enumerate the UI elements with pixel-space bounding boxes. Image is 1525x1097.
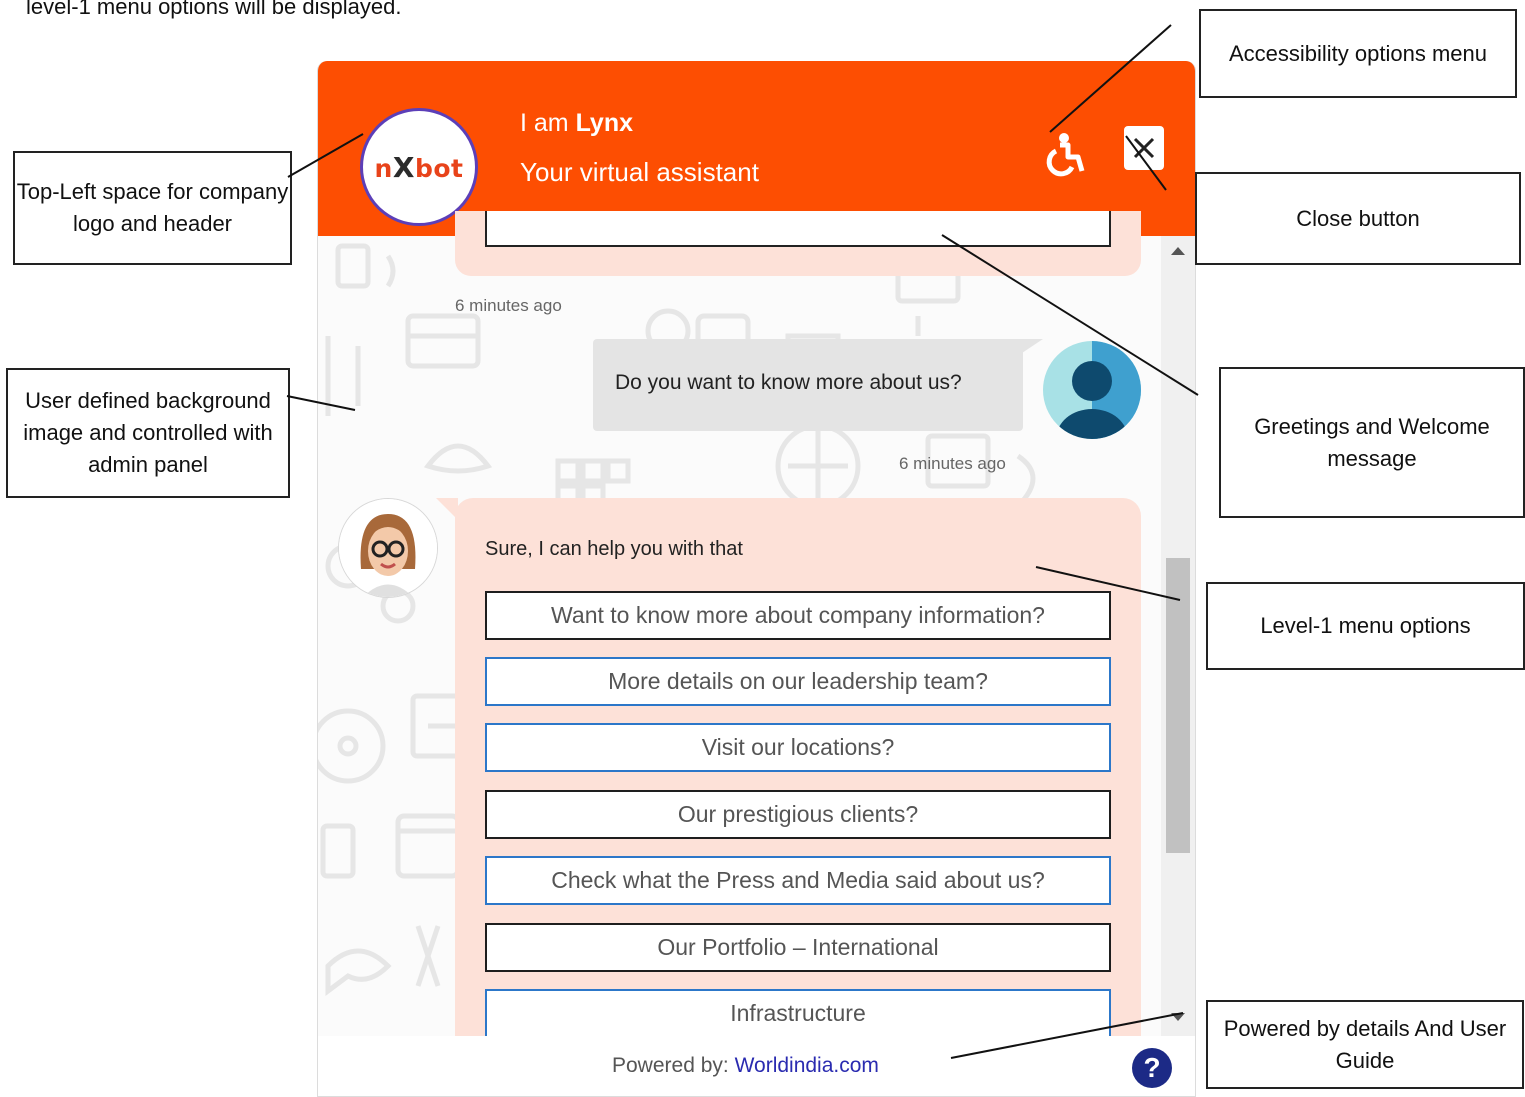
- user-message-bubble: Do you want to know more about us?: [593, 339, 1023, 431]
- user-timestamp: 6 minutes ago: [899, 454, 1006, 473]
- close-button[interactable]: [1124, 126, 1164, 170]
- annotation-background: User defined background image and contro…: [6, 368, 290, 498]
- user-avatar: [1043, 341, 1141, 439]
- annotation-powered-text: Powered by details And User Guide: [1223, 1015, 1507, 1073]
- annotation-logo-text: Top-Left space for company logo and head…: [16, 179, 289, 236]
- page-caption: level-1 menu options will be displayed.: [26, 0, 402, 19]
- wheelchair-icon: [1046, 133, 1085, 177]
- menu-option-company-info[interactable]: Want to know more about company informat…: [485, 591, 1111, 640]
- annotation-greetings: Greetings and Welcome message: [1219, 367, 1525, 518]
- bot-avatar: [338, 498, 438, 598]
- company-logo: nXbot: [360, 108, 478, 226]
- annotation-logo: Top-Left space for company logo and head…: [13, 151, 292, 265]
- menu-option-portfolio[interactable]: Our Portfolio – International: [485, 923, 1111, 972]
- bot-message-text: Sure, I can help you with that: [485, 538, 743, 560]
- previous-menu-option[interactable]: [485, 211, 1111, 247]
- menu-option-press-media[interactable]: Check what the Press and Media said abou…: [485, 856, 1111, 905]
- menu-option-clients[interactable]: Our prestigious clients?: [485, 790, 1111, 839]
- menu-option-leadership[interactable]: More details on our leadership team?: [485, 657, 1111, 706]
- scroll-thumb[interactable]: [1166, 558, 1190, 853]
- annotation-close: Close button: [1195, 172, 1521, 265]
- user-bubble-tail: [1013, 339, 1043, 359]
- bot-name: Lynx: [575, 109, 633, 137]
- powered-by-label: Powered by:: [612, 1054, 735, 1077]
- annotation-level1-text: Level-1 menu options: [1260, 613, 1471, 639]
- header-subtitle: Your virtual assistant: [520, 157, 759, 187]
- chat-header: nXbot I am Lynx Your virtual assistant: [318, 61, 1195, 236]
- menu-option-infrastructure[interactable]: Infrastructure: [485, 989, 1111, 1038]
- annotation-greetings-text: Greetings and Welcome message: [1254, 413, 1490, 471]
- chat-widget: nXbot I am Lynx Your virtual assistant 6…: [317, 61, 1196, 1097]
- user-guide-button[interactable]: ?: [1132, 1048, 1172, 1088]
- logo-text: nXbot: [374, 151, 464, 184]
- chat-footer: Powered by: Worldindia.com ?: [318, 1036, 1195, 1096]
- powered-by: Powered by: Worldindia.com: [612, 1054, 879, 1078]
- annotation-powered: Powered by details And User Guide: [1206, 1000, 1524, 1089]
- annotation-close-text: Close button: [1296, 205, 1420, 231]
- bot-message-bubble: Sure, I can help you with that Want to k…: [455, 498, 1141, 1058]
- header-title-prefix: I am: [520, 109, 576, 137]
- annotation-accessibility-text: Accessibility options menu: [1228, 40, 1487, 66]
- previous-timestamp: 6 minutes ago: [455, 296, 562, 315]
- annotation-accessibility: Accessibility options menu: [1199, 9, 1517, 98]
- user-message-text: Do you want to know more about us?: [615, 371, 962, 394]
- close-icon: [1133, 137, 1155, 159]
- annotation-level1: Level-1 menu options: [1206, 582, 1525, 670]
- menu-option-locations[interactable]: Visit our locations?: [485, 723, 1111, 772]
- previous-bot-bubble: [455, 211, 1141, 276]
- chat-scrollbar[interactable]: [1161, 236, 1195, 1036]
- scroll-up-arrow-icon[interactable]: [1171, 246, 1185, 256]
- scroll-down-arrow-icon[interactable]: [1171, 1012, 1185, 1022]
- accessibility-button[interactable]: [1038, 131, 1086, 179]
- header-title: I am Lynx: [520, 109, 633, 138]
- powered-by-link[interactable]: Worldindia.com: [735, 1054, 879, 1077]
- annotation-background-text: User defined background image and contro…: [23, 388, 273, 477]
